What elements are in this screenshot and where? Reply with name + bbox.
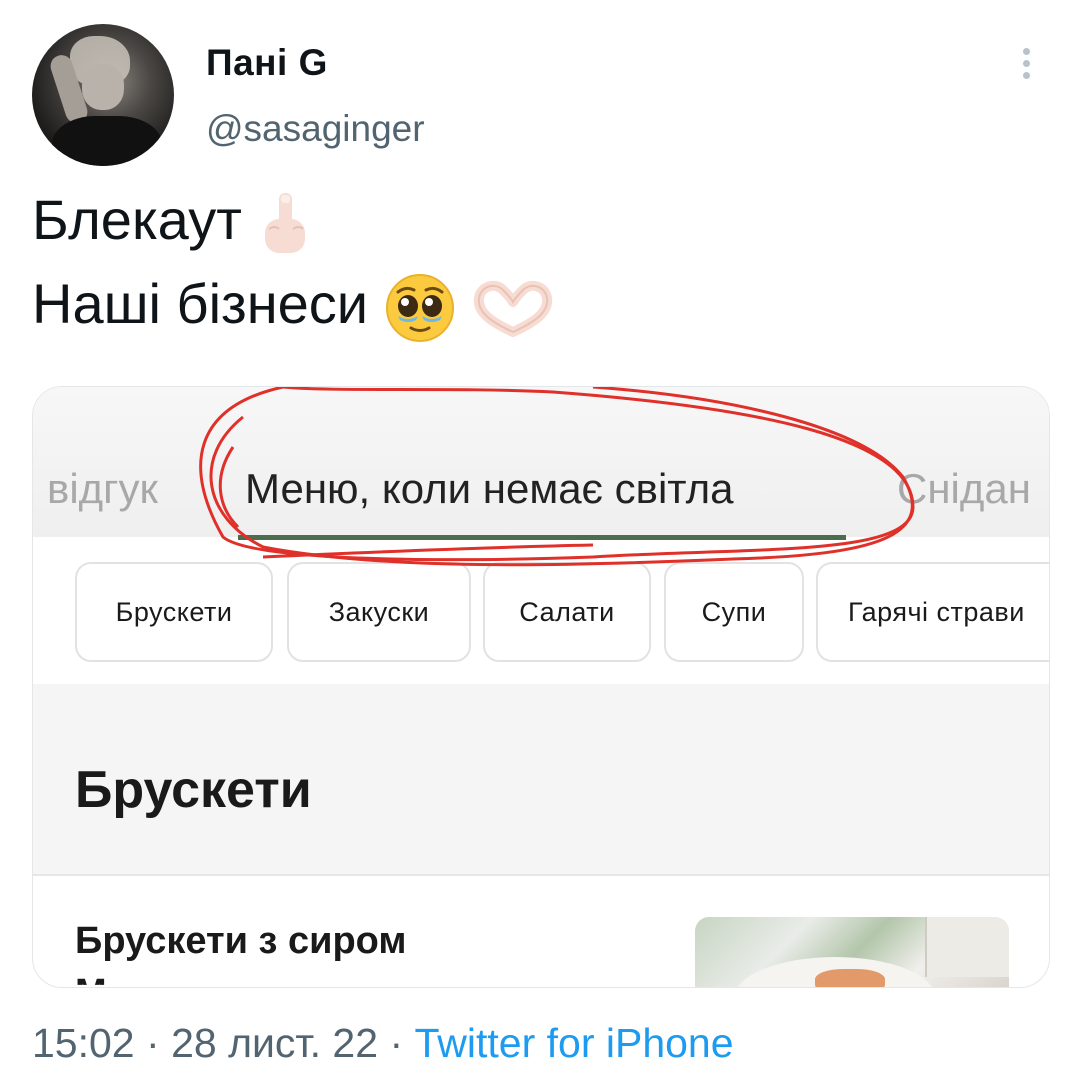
display-name[interactable]: Пані G bbox=[206, 42, 328, 84]
chip-bruschetta[interactable]: Брускети bbox=[75, 562, 273, 662]
category-chips: Брускети Закуски Салати Супи Гарячі стра… bbox=[33, 542, 1049, 682]
tweet-line-1-text: Блекаут bbox=[32, 188, 242, 251]
attached-image[interactable]: відгук Меню, коли немає світла Снідан Бр… bbox=[32, 386, 1050, 988]
meta-separator-2: · bbox=[389, 1020, 404, 1066]
active-tab-underline bbox=[238, 535, 846, 540]
menu-item-photo[interactable] bbox=[695, 917, 1009, 987]
middle-finger-icon bbox=[265, 193, 306, 254]
tweet-source-link[interactable]: Twitter for iPhone bbox=[415, 1020, 734, 1066]
menu-item-title[interactable]: Брускети з сиром bbox=[75, 920, 407, 963]
tweet-meta: 15:02 · 28 лист. 22 · Twitter for iPhone bbox=[32, 1020, 734, 1067]
menu-item-title-cut: М........... bbox=[75, 972, 223, 985]
chip-salads[interactable]: Салати bbox=[483, 562, 651, 662]
tweet-line-2-text: Наші бізнеси bbox=[32, 272, 369, 335]
tweet-time[interactable]: 15:02 bbox=[32, 1020, 135, 1066]
tweet-text: Блекаут Наші бізнеси bbox=[32, 178, 555, 346]
section-title: Брускети bbox=[75, 761, 312, 819]
heart-hands-icon bbox=[474, 281, 553, 338]
chip-soups[interactable]: Супи bbox=[664, 562, 804, 662]
tweet-line-1: Блекаут bbox=[32, 178, 555, 262]
section-divider bbox=[33, 874, 1049, 876]
more-options-icon[interactable] bbox=[1016, 48, 1036, 88]
tab-breakfast[interactable]: Снідан bbox=[897, 465, 1031, 513]
tab-review[interactable]: відгук bbox=[47, 465, 158, 513]
avatar-shirt bbox=[52, 116, 162, 166]
avatar[interactable] bbox=[32, 24, 174, 166]
pleading-face-icon bbox=[385, 274, 454, 343]
chip-snacks[interactable]: Закуски bbox=[287, 562, 471, 662]
user-handle[interactable]: @sasaginger bbox=[206, 108, 425, 150]
photo-food bbox=[815, 969, 885, 987]
tweet-date[interactable]: 28 лист. 22 bbox=[171, 1020, 378, 1066]
menu-tabs: відгук Меню, коли немає світла Снідан bbox=[33, 447, 1049, 542]
meta-separator-1: · bbox=[146, 1020, 160, 1066]
tweet-line-2: Наші бізнеси bbox=[32, 262, 555, 346]
chip-hot-dishes[interactable]: Гарячі страви bbox=[816, 562, 1049, 662]
avatar-face bbox=[82, 64, 124, 110]
photo-box bbox=[925, 917, 1009, 977]
tab-menu-no-power[interactable]: Меню, коли немає світла bbox=[245, 465, 733, 513]
